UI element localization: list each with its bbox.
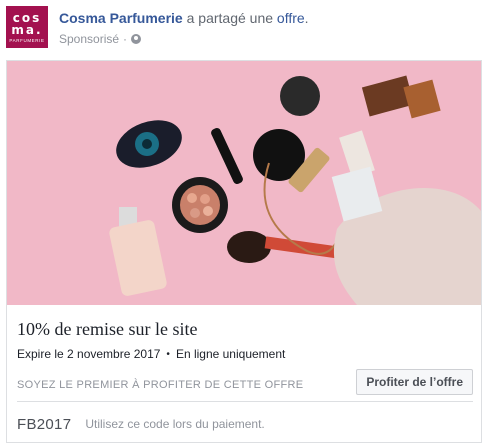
- sponsored-label[interactable]: Sponsorisé: [59, 32, 119, 46]
- pearl-compact-icon: [172, 177, 228, 233]
- title-punctuation: .: [304, 10, 309, 26]
- logo-text-line3: PARFUMERIE: [9, 37, 45, 43]
- page-logo[interactable]: cos ma. PARFUMERIE: [6, 6, 48, 48]
- logo-text-line2: ma.: [11, 22, 43, 37]
- promo-code-hint: Utilisez ce code lors du paiement.: [85, 417, 265, 431]
- post-subtitle: Sponsorisé ·: [59, 32, 142, 46]
- globe-icon: [131, 34, 142, 44]
- cta-row: SOYEZ LE PREMIER À PROFITER DE CETTE OFF…: [17, 365, 473, 401]
- cta-prompt: SOYEZ LE PREMIER À PROFITER DE CETTE OFF…: [17, 379, 304, 391]
- action-text: a partagé une: [186, 10, 274, 26]
- promo-code[interactable]: FB2017: [17, 416, 71, 433]
- offer-link[interactable]: offre: [277, 10, 305, 26]
- get-offer-button[interactable]: Profiter de l’offre: [356, 369, 473, 395]
- divider: [17, 401, 473, 402]
- bullet-separator: •: [166, 348, 170, 360]
- offer-availability: En ligne uniquement: [175, 347, 286, 361]
- post-title-line: Cosma Parfumerie a partagé une offre.: [59, 10, 309, 26]
- sponsored-offer-post: cos ma. PARFUMERIE Cosma Parfumerie a pa…: [0, 0, 488, 447]
- post-header: cos ma. PARFUMERIE Cosma Parfumerie a pa…: [6, 6, 482, 50]
- page-name-link[interactable]: Cosma Parfumerie: [59, 10, 183, 26]
- offer-expiry: Expire le 2 novembre 2017: [17, 347, 161, 361]
- offer-title: 10% de remise sur le site: [17, 319, 198, 339]
- cosmetics-photo: [7, 61, 481, 305]
- logo-text-line1: cos: [12, 10, 42, 25]
- promo-code-row: FB2017 Utilisez ce code lors du paiement…: [17, 411, 265, 437]
- subtitle-separator: ·: [123, 32, 128, 46]
- offer-card: 10% de remise sur le site Expire le 2 no…: [6, 60, 482, 443]
- offer-image[interactable]: [7, 61, 481, 305]
- offer-details: Expire le 2 novembre 2017 • En ligne uni…: [17, 347, 285, 361]
